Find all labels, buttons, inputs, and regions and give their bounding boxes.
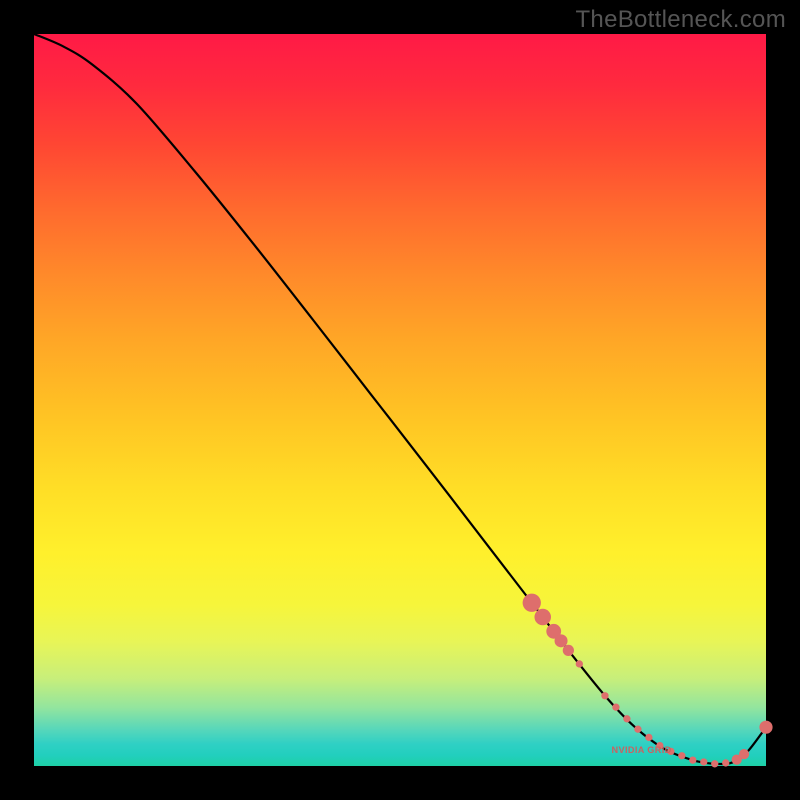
chart-frame: TheBottleneck.com NVIDIA GRID (0, 0, 800, 800)
highlight-point (678, 752, 685, 759)
highlight-point (563, 645, 574, 656)
highlight-point (645, 734, 652, 741)
highlight-point (759, 721, 772, 734)
highlight-points (523, 594, 773, 768)
highlight-point (555, 634, 568, 647)
highlight-point (739, 749, 749, 759)
highlight-point (623, 715, 630, 722)
watermark-text: TheBottleneck.com (575, 6, 786, 34)
highlight-point (700, 758, 707, 765)
highlight-point (523, 594, 541, 612)
highlight-point (711, 760, 718, 767)
series-annotation: NVIDIA GRID (612, 745, 672, 755)
highlight-point (689, 756, 696, 763)
bottleneck-curve-line (34, 34, 766, 764)
curve-svg: NVIDIA GRID (34, 34, 766, 766)
highlight-point (722, 759, 729, 766)
highlight-point (576, 660, 583, 667)
plot-area: NVIDIA GRID (34, 34, 766, 766)
highlight-point (612, 704, 619, 711)
highlight-point (534, 609, 551, 626)
highlight-point (601, 692, 608, 699)
highlight-point (634, 726, 641, 733)
